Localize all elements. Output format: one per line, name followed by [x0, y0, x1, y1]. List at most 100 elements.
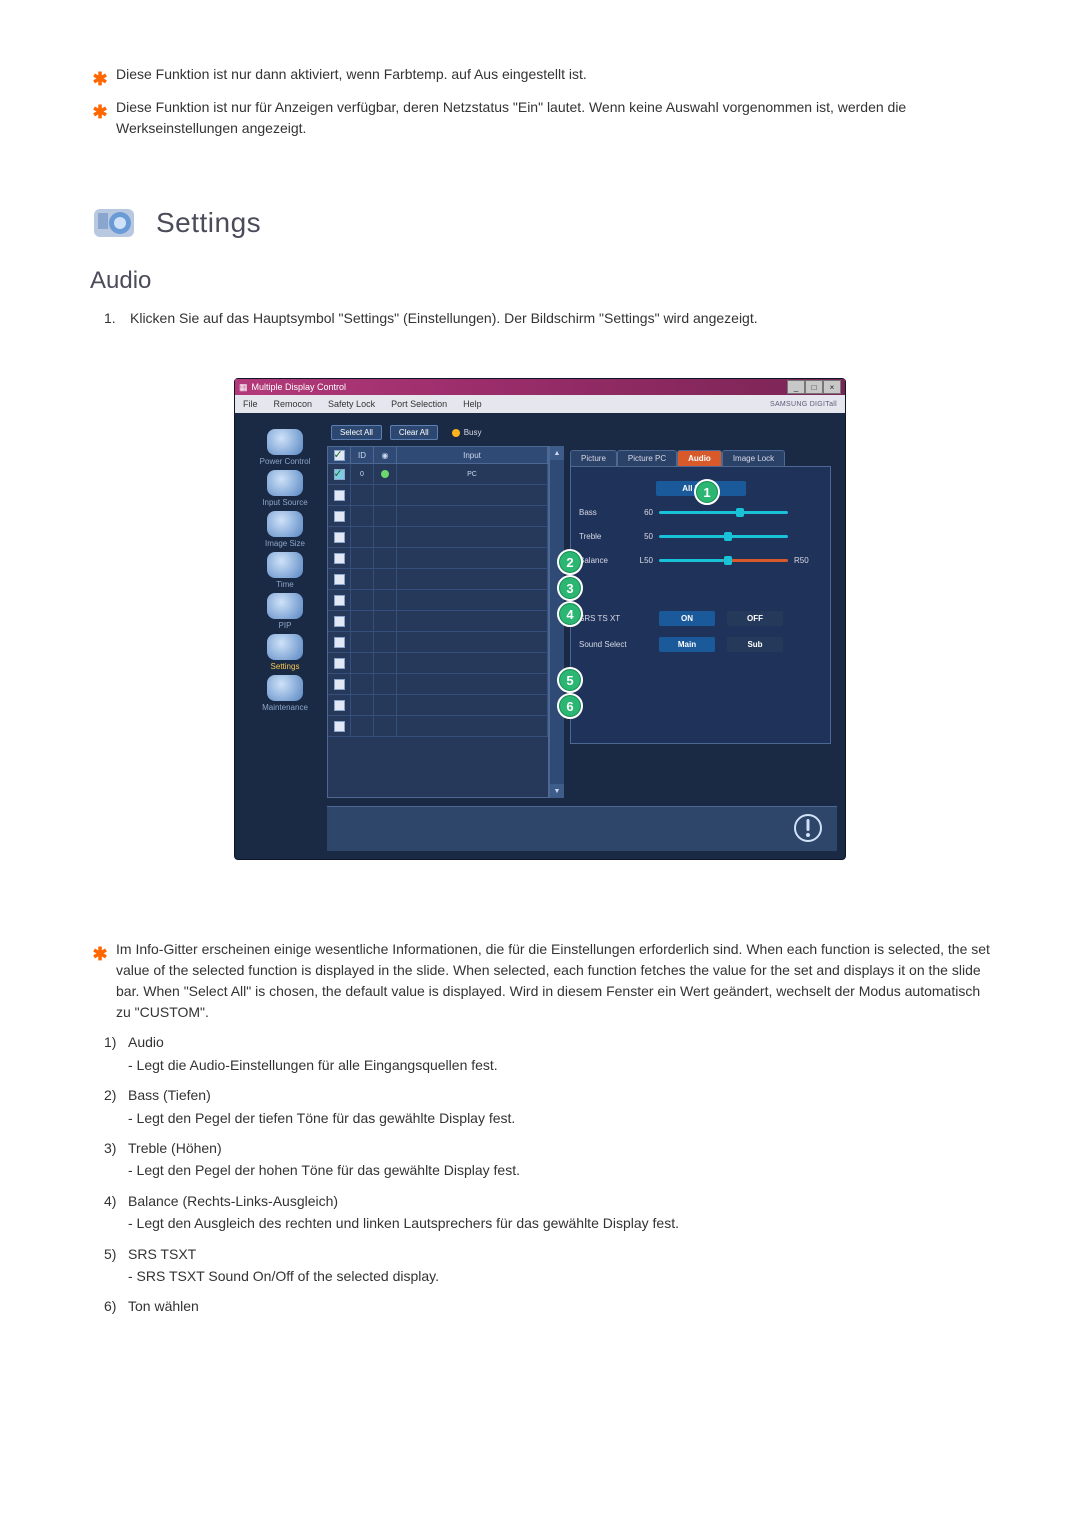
sound-sub-button[interactable]: Sub [727, 637, 783, 652]
row-checkbox[interactable] [334, 532, 345, 543]
menu-help[interactable]: Help [463, 399, 482, 409]
sidebar-item-time[interactable]: Time [243, 552, 327, 589]
table-row [328, 548, 548, 569]
busy-label: Busy [464, 428, 482, 437]
row-checkbox[interactable] [334, 658, 345, 669]
warning-icon [793, 813, 823, 843]
sound-main-button[interactable]: Main [659, 637, 715, 652]
window-maximize-button[interactable]: □ [805, 380, 823, 394]
grid-col-id[interactable]: ID [351, 447, 374, 463]
scroll-down-icon[interactable]: ▼ [550, 784, 564, 798]
list-item-2: 2)Bass (Tiefen) [104, 1084, 990, 1106]
menu-bar: File Remocon Safety Lock Port Selection … [235, 395, 845, 413]
step-number: 1. [104, 307, 130, 329]
row-checkbox[interactable] [334, 511, 345, 522]
table-row [328, 506, 548, 527]
balance-label: Balance [579, 556, 627, 565]
sidebar-item-pip[interactable]: PIP [243, 593, 327, 630]
display-grid: ID ◉ Input 0 PC [327, 446, 549, 798]
list-item-3: 3)Treble (Höhen) [104, 1137, 990, 1159]
sidebar-item-label: Time [276, 580, 293, 589]
srs-label: SRS TS XT [579, 614, 653, 623]
star-icon: ✱ [90, 99, 110, 141]
treble-slider[interactable]: Treble 50 [579, 526, 822, 546]
balance-left: L50 [627, 556, 653, 565]
list-item-desc: - SRS TSXT Sound On/Off of the selected … [128, 1265, 990, 1287]
bass-value: 60 [627, 508, 653, 517]
grid-col-status[interactable]: ◉ [374, 447, 397, 463]
table-row [328, 485, 548, 506]
settings-icon [267, 634, 303, 660]
srs-off-button[interactable]: OFF [727, 611, 783, 626]
tab-audio[interactable]: Audio [677, 450, 722, 466]
row-checkbox[interactable] [334, 469, 345, 480]
tab-picture[interactable]: Picture [570, 450, 617, 466]
list-item-4: 4)Balance (Rechts-Links-Ausgleich) [104, 1190, 990, 1212]
list-item-desc: - Legt den Pegel der hohen Töne für das … [128, 1159, 990, 1181]
status-bar [327, 806, 837, 851]
star-icon: ✱ [90, 66, 110, 93]
table-row [328, 653, 548, 674]
row-input: PC [397, 464, 548, 484]
treble-label: Treble [579, 532, 627, 541]
row-checkbox[interactable] [334, 679, 345, 690]
sidebar-item-label: Maintenance [262, 703, 308, 712]
info-note: ✱ Im Info-Gitter erscheinen einige wesen… [90, 939, 990, 1023]
scroll-up-icon[interactable]: ▲ [550, 446, 564, 460]
row-checkbox[interactable] [334, 637, 345, 648]
sidebar-item-power-control[interactable]: Power Control [243, 429, 327, 466]
sidebar-item-input-source[interactable]: Input Source [243, 470, 327, 507]
window-title: Multiple Display Control [252, 382, 347, 392]
srs-on-button[interactable]: ON [659, 611, 715, 626]
bass-slider[interactable]: Bass 60 [579, 502, 822, 522]
image-size-icon [267, 511, 303, 537]
grid-col-check[interactable] [328, 447, 351, 463]
select-all-button[interactable]: Select All [331, 425, 382, 440]
busy-dot-icon [452, 429, 460, 437]
sidebar-item-settings[interactable]: Settings [243, 634, 327, 671]
step-text: Klicken Sie auf das Hauptsymbol "Setting… [130, 307, 758, 329]
row-checkbox[interactable] [334, 700, 345, 711]
star-icon: ✱ [90, 941, 110, 1025]
status-dot-icon [381, 470, 389, 478]
section-heading: Settings [156, 207, 261, 239]
menu-safety-lock[interactable]: Safety Lock [328, 399, 375, 409]
menu-remocon[interactable]: Remocon [274, 399, 313, 409]
row-checkbox[interactable] [334, 721, 345, 732]
row-checkbox[interactable] [334, 553, 345, 564]
table-row [328, 695, 548, 716]
app-icon: ▦ [239, 382, 248, 393]
list-item-desc: - Legt den Pegel der tiefen Töne für das… [128, 1107, 990, 1129]
list-item-1: 1)Audio [104, 1031, 990, 1053]
screenshot: 1 2 3 4 5 6 ▦ Multiple Display Control _… [235, 379, 845, 859]
tab-image-lock[interactable]: Image Lock [722, 450, 785, 466]
step-1: 1. Klicken Sie auf das Hauptsymbol "Sett… [104, 307, 990, 329]
busy-indicator: Busy [452, 428, 482, 437]
window-minimize-button[interactable]: _ [787, 380, 805, 394]
list-item-desc: - Legt die Audio-Einstellungen für alle … [128, 1054, 990, 1076]
table-row [328, 527, 548, 548]
grid-col-input[interactable]: Input [397, 447, 548, 463]
srs-row: SRS TS XT ON OFF [579, 608, 822, 628]
sound-select-row: Sound Select Main Sub [579, 634, 822, 654]
table-row[interactable]: 0 PC [328, 464, 548, 485]
balance-slider[interactable]: Balance L50 R50 [579, 550, 822, 570]
tab-picture-pc[interactable]: Picture PC [617, 450, 677, 466]
window-close-button[interactable]: × [823, 380, 841, 394]
menu-file[interactable]: File [243, 399, 258, 409]
list-item-5: 5)SRS TSXT [104, 1243, 990, 1265]
sidebar-item-maintenance[interactable]: Maintenance [243, 675, 327, 712]
row-checkbox[interactable] [334, 574, 345, 585]
row-checkbox[interactable] [334, 490, 345, 501]
row-checkbox[interactable] [334, 616, 345, 627]
clear-all-button[interactable]: Clear All [390, 425, 438, 440]
pip-icon [267, 593, 303, 619]
sidebar-item-label: Input Source [262, 498, 307, 507]
note-2: ✱ Diese Funktion ist nur für Anzeigen ve… [90, 97, 990, 139]
nav-sidebar: Power Control Input Source Image Size Ti… [243, 421, 327, 851]
table-row [328, 716, 548, 737]
row-checkbox[interactable] [334, 595, 345, 606]
menu-port-selection[interactable]: Port Selection [391, 399, 447, 409]
balance-right: R50 [794, 556, 822, 565]
sidebar-item-image-size[interactable]: Image Size [243, 511, 327, 548]
